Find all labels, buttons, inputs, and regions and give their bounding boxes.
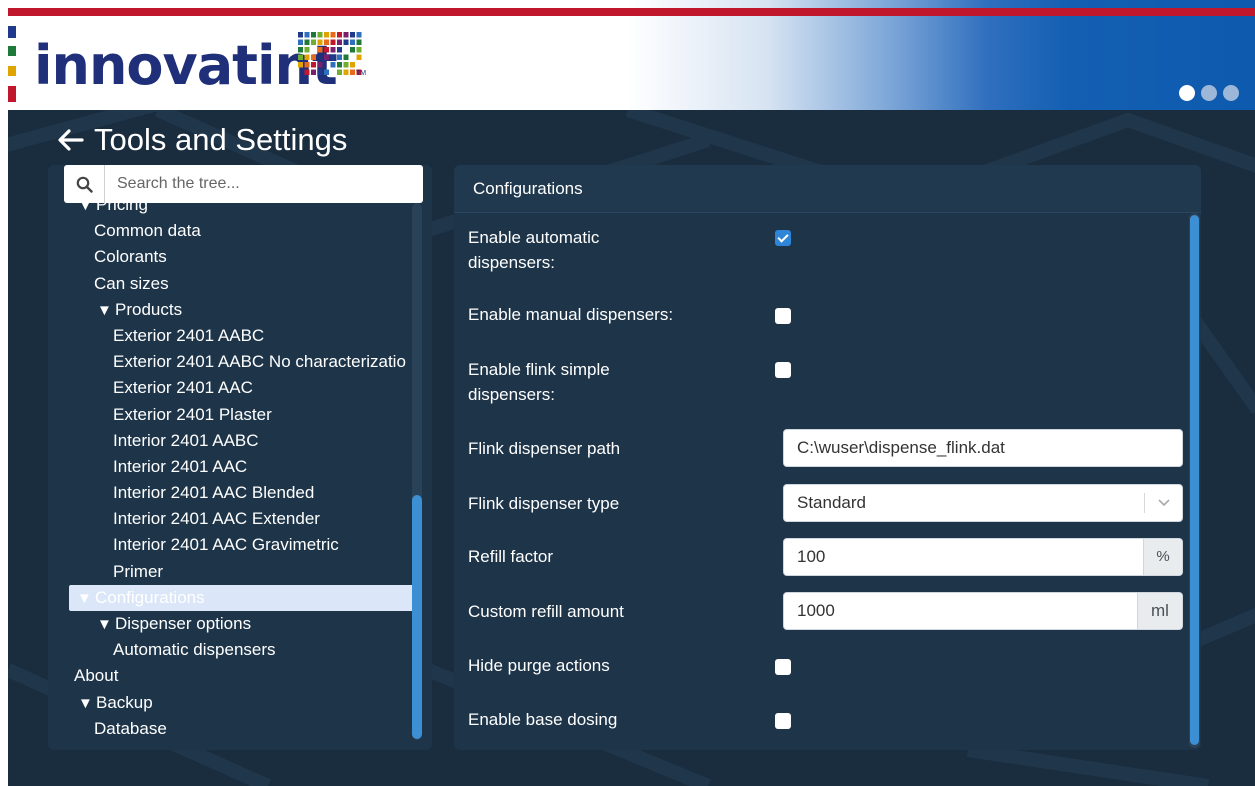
custom-refill-amount-label: Custom refill amount xyxy=(468,602,624,621)
app-window: innovatint TM Tools and Settings ▼ Prici… xyxy=(8,0,1255,786)
logo-trademark: TM xyxy=(356,70,367,77)
flink-dispenser-type-value: Standard xyxy=(797,493,866,512)
hide-purge-actions-checkbox[interactable] xyxy=(775,659,791,675)
tree-item-label: Automatic dispensers xyxy=(113,640,276,660)
tree-item-label: Interior 2401 AAC Extender xyxy=(113,509,320,529)
tree-item-label: Common data xyxy=(94,221,201,241)
enable-automatic-dispensers-label: Enable automatic dispensers: xyxy=(468,228,600,272)
page-heading: Tools and Settings xyxy=(56,122,347,158)
tree-item[interactable]: Exterior 2401 AABC No characterizatio xyxy=(48,349,418,375)
tree-item-label: Dispenser options xyxy=(115,614,252,633)
flink-dispenser-type-label: Flink dispenser type xyxy=(468,494,620,513)
custom-refill-amount-value: 1000 xyxy=(797,601,835,620)
tree-item-label: Can sizes xyxy=(94,273,169,293)
expand-caret-icon[interactable]: ▼ xyxy=(78,691,96,716)
tree-item-label: Interior 2401 AAC Gravimetric xyxy=(113,535,339,555)
brand-stripe xyxy=(8,8,1255,16)
panel-header: Configurations xyxy=(454,165,1201,213)
expand-caret-icon[interactable]: ▼ xyxy=(78,203,96,218)
config-scrollbar[interactable] xyxy=(1189,213,1200,748)
refill-factor-input[interactable]: 100 % xyxy=(783,538,1183,576)
enable-base-dosing-label: Enable base dosing xyxy=(468,710,618,729)
tree-item-label: Interior 2401 AAC Blended xyxy=(113,483,315,503)
tree-item[interactable]: ▼ Products xyxy=(48,297,418,323)
tree-search-input[interactable] xyxy=(105,165,423,203)
tree-item[interactable]: Interior 2401 AAC Extender xyxy=(48,506,418,532)
page-indicator-dot[interactable] xyxy=(1201,85,1217,101)
tree-item[interactable]: Database xyxy=(48,716,418,742)
enable-base-dosing-checkbox[interactable] xyxy=(775,713,791,729)
tree-scroll-area: ▼ Pricing Common data Colorants Can sizes ▼ Pr… xyxy=(48,203,432,748)
enable-flink-simple-dispensers-label: Enable flink simple dispensers: xyxy=(468,360,610,404)
refill-factor-value: 100 xyxy=(797,547,826,566)
expand-caret-icon[interactable]: ▼ xyxy=(97,612,115,637)
flink-dispenser-path-input[interactable]: C:\wuser\dispense_flink.dat xyxy=(783,429,1183,467)
tree-item[interactable]: Colorants xyxy=(48,244,418,270)
page-indicator-dot[interactable] xyxy=(1223,85,1239,101)
tree-item[interactable]: Exterior 2401 AABC xyxy=(48,323,418,349)
expand-caret-icon[interactable]: ▼ xyxy=(97,298,115,323)
flink-dispenser-path-value: C:\wuser\dispense_flink.dat xyxy=(797,438,1005,457)
enable-manual-dispensers-label: Enable manual dispensers: xyxy=(468,305,674,324)
tree-item[interactable]: Automatic dispensers xyxy=(48,637,418,663)
tree-item-label: Exterior 2401 AABC xyxy=(113,325,265,345)
hide-purge-actions-label: Hide purge actions xyxy=(468,656,610,675)
back-arrow-icon[interactable] xyxy=(56,126,84,154)
search-icon xyxy=(64,165,105,203)
tree-item[interactable]: Exterior 2401 AAC xyxy=(48,375,418,401)
tree-item-label: Interior 2401 AAC xyxy=(113,456,248,476)
refill-factor-label: Refill factor xyxy=(468,547,554,566)
tree-search-box xyxy=(64,165,423,203)
tree-item[interactable]: About xyxy=(48,663,418,689)
logo-wordmark: innovatint xyxy=(34,34,338,97)
tree-item-label: Primer xyxy=(113,561,164,581)
tree-item-label: Products xyxy=(115,299,183,319)
page-title: Tools and Settings xyxy=(94,122,348,157)
enable-manual-dispensers-checkbox[interactable] xyxy=(775,308,791,324)
enable-flink-simple-dispensers-checkbox[interactable] xyxy=(775,362,791,378)
app-header: innovatint TM xyxy=(8,0,1255,110)
tree-item[interactable]: Interior 2401 AAC Blended xyxy=(48,480,418,506)
tree-item[interactable]: Can sizes xyxy=(48,271,418,297)
tree-item[interactable]: ▼ Pricing xyxy=(48,203,418,218)
tree-item-label: Interior 2401 AABC xyxy=(113,430,259,450)
tree-item-label: Backup xyxy=(96,692,153,712)
tree-item[interactable]: Primer xyxy=(48,559,418,585)
tree-item[interactable]: Exterior 2401 Plaster xyxy=(48,402,418,428)
tree-item-label: Exterior 2401 Plaster xyxy=(113,404,272,424)
tree-item-label: Colorants xyxy=(94,247,167,267)
tree-item-label: Database xyxy=(94,718,167,738)
tree-item[interactable]: Interior 2401 AABC xyxy=(48,428,418,454)
tree-item[interactable]: Interior 2401 AAC Gravimetric xyxy=(48,532,418,558)
page-indicator-dot[interactable] xyxy=(1179,85,1195,101)
tree-item-selected[interactable]: ▼ Configurations xyxy=(69,584,414,611)
custom-refill-amount-unit: ml xyxy=(1137,593,1182,629)
flink-dispenser-path-label: Flink dispenser path xyxy=(468,439,621,458)
tree-item-label: Pricing xyxy=(96,203,148,214)
logo-pixel-icon xyxy=(298,32,362,75)
page-indicator xyxy=(1179,85,1239,101)
configurations-panel: Configurations Enable automatic dispense… xyxy=(454,165,1201,750)
flink-dispenser-type-select[interactable]: Standard xyxy=(783,484,1183,522)
expand-caret-icon[interactable]: ▼ xyxy=(77,586,95,611)
tree-item[interactable]: Interior 2401 AAC xyxy=(48,454,418,480)
tree-item[interactable]: Common data xyxy=(48,218,418,244)
refill-factor-unit: % xyxy=(1143,539,1182,575)
tree-item[interactable]: ▼ Backup xyxy=(48,690,418,716)
enable-automatic-dispensers-checkbox[interactable] xyxy=(775,230,791,246)
config-scrollbar-thumb[interactable] xyxy=(1190,215,1199,745)
tree-item[interactable]: ▼ Dispenser options xyxy=(48,611,418,637)
settings-tree: ▼ Pricing Common data Colorants Can sizes ▼ Pr… xyxy=(48,203,418,742)
tree-item-label: About xyxy=(74,666,119,686)
tree-item-label: Exterior 2401 AABC No characterizatio xyxy=(113,352,406,372)
tree-item-label: Configurations xyxy=(95,587,205,607)
tree-scrollbar[interactable] xyxy=(412,203,422,740)
brand-color-bar xyxy=(8,26,16,102)
panel-title: Configurations xyxy=(473,179,583,198)
settings-tree-panel: ▼ Pricing Common data Colorants Can sizes ▼ Pr… xyxy=(48,165,432,750)
chevron-down-icon[interactable] xyxy=(1144,493,1182,513)
tree-scrollbar-thumb[interactable] xyxy=(412,495,422,739)
tree-item-label: Exterior 2401 AAC xyxy=(113,378,253,398)
custom-refill-amount-input[interactable]: 1000 ml xyxy=(783,592,1183,630)
